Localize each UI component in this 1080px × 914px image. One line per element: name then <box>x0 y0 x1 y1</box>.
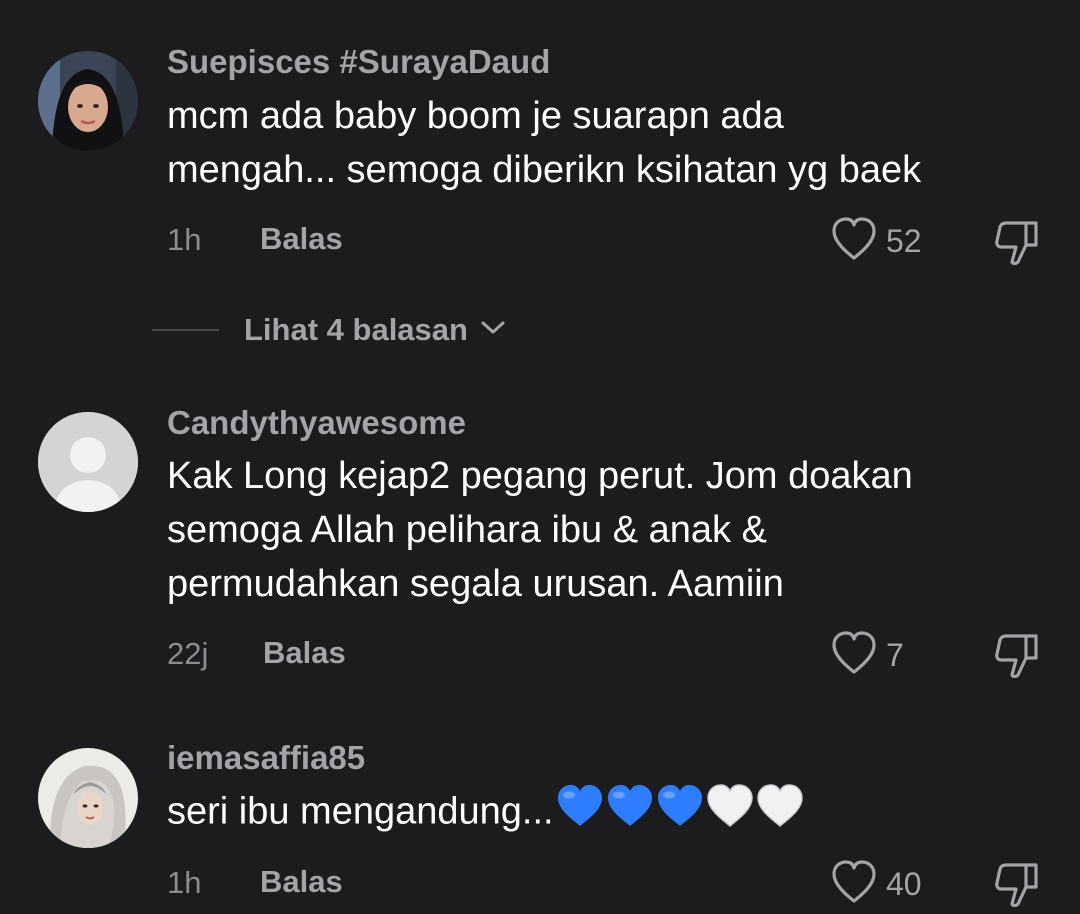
comment-text: Kak Long kejap2 pegang perut. Jom doakan… <box>167 449 1057 611</box>
emoji-group <box>556 784 806 843</box>
dislike-button[interactable] <box>992 861 1042 912</box>
view-replies-label: Lihat 4 balasan <box>244 312 468 347</box>
comment-item: Suepisces #SurayaDaud mcm ada baby boom … <box>0 0 1080 300</box>
reply-button[interactable]: Balas <box>263 635 346 671</box>
comment-text: seri ibu mengandung... <box>167 784 1057 843</box>
comment-text-line: Kak Long kejap2 pegang perut. Jom doakan <box>167 455 913 497</box>
thumbs-down-icon <box>992 634 1042 682</box>
white-heart-icon <box>756 784 806 843</box>
heart-outline-icon <box>830 859 878 910</box>
comment-time: 22j <box>167 636 209 671</box>
comment-time: 1h <box>167 222 202 257</box>
comment-text-line: mengah... semoga diberikn ksihatan yg ba… <box>167 149 922 191</box>
person-silhouette-icon <box>38 412 138 512</box>
blue-heart-icon <box>606 784 656 843</box>
comment-text-line: seri ibu mengandung... <box>167 790 554 833</box>
like-count: 52 <box>886 223 922 259</box>
username[interactable]: Suepisces #SurayaDaud <box>167 43 550 81</box>
username[interactable]: iemasaffia85 <box>167 739 365 777</box>
comment-text-line: permudahkan segala urusan. Aamiin <box>167 563 784 605</box>
chevron-down-icon <box>480 320 506 341</box>
comment-time: 1h <box>167 865 202 900</box>
thumbs-down-icon <box>992 863 1042 911</box>
comment-text-line: mcm ada baby boom je suarapn ada <box>167 95 784 137</box>
blue-heart-icon <box>656 784 706 843</box>
avatar[interactable] <box>38 412 138 512</box>
like-button[interactable]: 7 <box>830 630 904 681</box>
avatar[interactable] <box>38 748 138 848</box>
blue-heart-icon <box>556 784 606 843</box>
dislike-button[interactable] <box>992 219 1042 270</box>
like-button[interactable]: 40 <box>830 859 922 910</box>
comment-text-line: semoga Allah pelihara ibu & anak & <box>167 509 767 551</box>
view-replies-button[interactable]: Lihat 4 balasan <box>152 307 506 353</box>
thumbs-down-icon <box>992 221 1042 269</box>
reply-button[interactable]: Balas <box>260 864 343 900</box>
like-count: 7 <box>886 637 904 673</box>
like-button[interactable]: 52 <box>830 216 922 267</box>
comment-text: mcm ada baby boom je suarapn ada mengah.… <box>167 89 1057 197</box>
like-count: 40 <box>886 866 922 902</box>
white-heart-icon <box>706 784 756 843</box>
replies-divider <box>152 329 219 331</box>
avatar[interactable] <box>38 51 138 151</box>
username[interactable]: Candythyawesome <box>167 404 466 442</box>
reply-button[interactable]: Balas <box>260 221 343 257</box>
heart-outline-icon <box>830 630 878 681</box>
dislike-button[interactable] <box>992 632 1042 683</box>
heart-outline-icon <box>830 216 878 267</box>
